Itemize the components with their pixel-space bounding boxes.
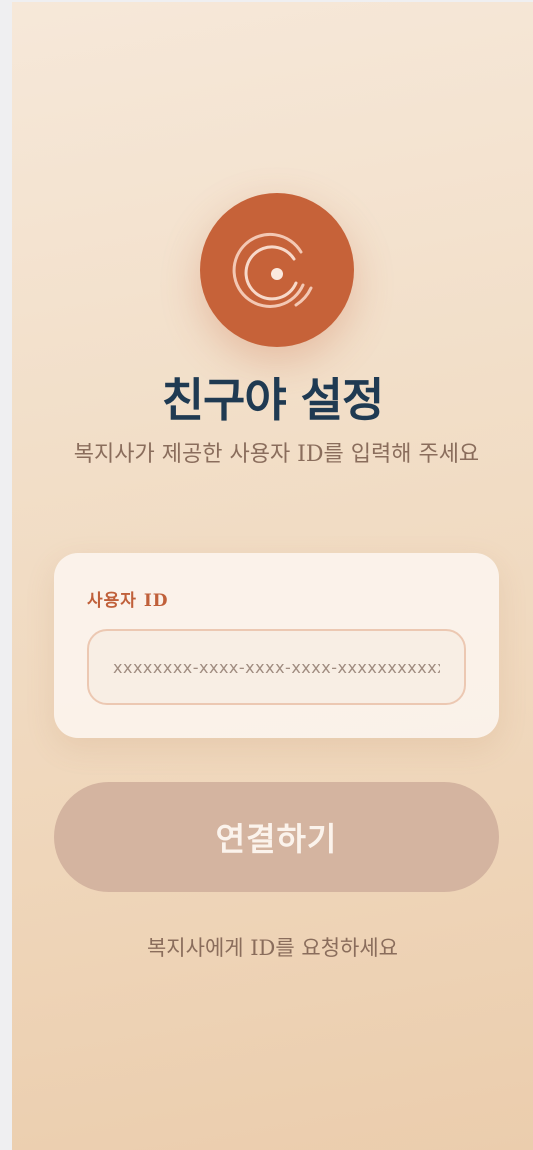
request-id-hint: 복지사에게 ID를 요청하세요 (146, 936, 398, 960)
app-logo (200, 193, 354, 347)
user-id-card: 사용자 ID (54, 553, 499, 738)
user-id-input[interactable] (87, 629, 466, 705)
vinyl-record-icon (232, 232, 313, 308)
connect-button[interactable]: 연결하기 (54, 782, 499, 892)
page-subtitle: 복지사가 제공한 사용자 ID를 입력해 주세요 (73, 442, 480, 467)
page-title: 친구야 설정 (161, 373, 385, 427)
user-id-label: 사용자 ID (87, 591, 169, 611)
setup-screen: 친구야 설정 복지사가 제공한 사용자 ID를 입력해 주세요 사용자 ID 연… (12, 2, 533, 1150)
